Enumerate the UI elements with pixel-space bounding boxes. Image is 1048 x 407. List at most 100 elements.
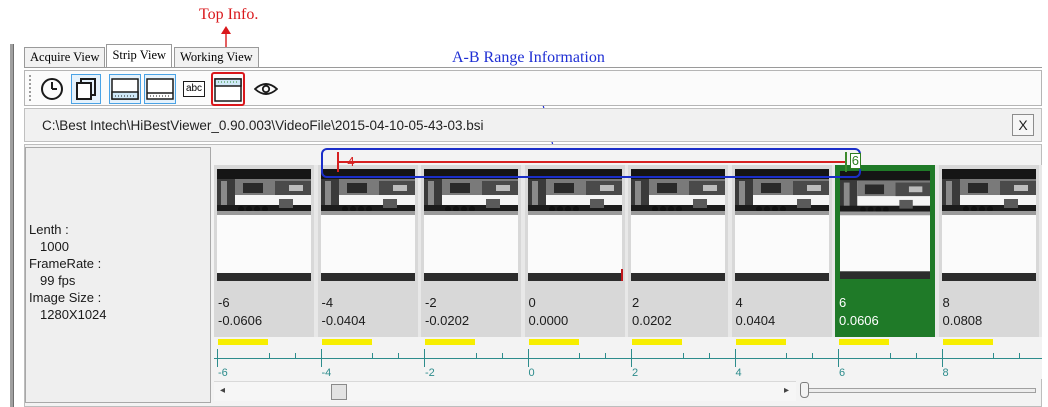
ruler-major-tick: [734, 349, 736, 367]
ruler-major-tick: [424, 349, 425, 367]
frame-index: 6: [839, 295, 847, 310]
ruler-label: 8: [942, 367, 949, 379]
frame-tile[interactable]: -2 -0.0202: [421, 165, 521, 337]
frame-marker-bar: [528, 339, 579, 345]
ruler-major-tick: [631, 349, 632, 367]
frame-tile[interactable]: 0 0.0000: [524, 165, 625, 337]
frame-time: 0.0404: [735, 313, 776, 328]
bottom-info-alt-icon: [146, 78, 174, 100]
ruler-minor-tick: [812, 353, 814, 359]
frame-thumbnail: [527, 169, 622, 281]
trigger-marker: [620, 269, 623, 281]
ruler-minor-tick: [268, 353, 270, 359]
framerate-value: 99 fps: [40, 273, 76, 288]
ruler-axis: [214, 358, 1042, 359]
frame-tile[interactable]: -4 -0.0404: [317, 165, 418, 337]
frame-thumbnail: [840, 171, 930, 279]
ruler-minor-tick: [294, 353, 296, 359]
scroll-left-arrow[interactable]: ◂: [220, 385, 225, 396]
frame-thumbnail: [734, 169, 829, 281]
frame-time: -0.0202: [425, 313, 470, 328]
ruler-label: -6: [218, 367, 228, 379]
frame-index: 8: [942, 295, 950, 310]
frame-thumbnail: [631, 169, 725, 281]
copy-frames-button[interactable]: [71, 74, 101, 104]
view-tabs: Acquire View Strip View Working View: [24, 44, 260, 68]
ab-range-line: [337, 161, 847, 163]
tab-divider: [24, 67, 1042, 68]
frame-time: -0.0606: [218, 313, 263, 328]
ruler-label: -2: [425, 367, 435, 379]
scroll-right-arrow[interactable]: ▸: [784, 385, 789, 396]
frame-marker-bar: [425, 339, 475, 345]
abc-text-icon: abc: [182, 81, 206, 97]
bottom-info-alt-button[interactable]: [144, 74, 176, 104]
ruler-minor-tick: [475, 353, 477, 359]
tab-strip-view[interactable]: Strip View: [106, 44, 173, 68]
tab-working-view[interactable]: Working View: [174, 47, 259, 68]
ruler-label: 6: [839, 367, 846, 379]
ab-range-indicator[interactable]: -4 6: [321, 148, 861, 178]
ruler-major-tick: [941, 349, 943, 367]
frame-thumbnail: [217, 169, 311, 281]
ruler-minor-tick: [605, 353, 607, 359]
frame-tile[interactable]: 6 0.0606: [835, 165, 935, 337]
close-file-button[interactable]: X: [1012, 114, 1034, 136]
frame-thumbnail: [320, 169, 415, 281]
frame-tile[interactable]: 8 0.0808: [938, 165, 1039, 337]
frame-time: 0.0202: [632, 313, 672, 328]
frame-index: -2: [425, 295, 437, 310]
frame-strip: -6 -0.0606 -4 -0.0404 -2 -0.0202 0 0.0000 2 0.020…: [214, 165, 1042, 337]
bottom-info-button[interactable]: [109, 74, 141, 104]
frame-ruler[interactable]: -6 -4 -2 0 2 4 6 8: [214, 337, 1042, 379]
frame-index: 0: [528, 295, 536, 310]
frame-thumbnail: [424, 169, 518, 281]
preview-button[interactable]: [253, 74, 279, 104]
ruler-minor-tick: [993, 353, 995, 359]
tab-acquire-view[interactable]: Acquire View: [24, 47, 106, 68]
frame-marker-bar: [839, 339, 889, 345]
ruler-minor-tick: [915, 353, 917, 359]
top-info-button[interactable]: [211, 72, 245, 106]
framerate-label: FrameRate :: [29, 256, 102, 271]
horizontal-scrollbar[interactable]: ◂ ▸: [214, 381, 796, 401]
zoom-track[interactable]: [808, 388, 1036, 393]
ruler-major-tick: [527, 349, 529, 367]
file-path: C:\Best Intech\HiBestViewer_0.90.003\Vid…: [42, 118, 484, 133]
ruler-minor-tick: [579, 353, 581, 359]
range-b-marker[interactable]: [845, 152, 847, 172]
range-a-marker[interactable]: [337, 152, 339, 172]
ruler-minor-tick: [786, 353, 788, 359]
ruler-minor-tick: [501, 353, 503, 359]
file-info-panel: Lenth : 1000 FrameRate : 99 fps Image Si…: [25, 147, 211, 403]
ruler-minor-tick: [889, 353, 891, 359]
frame-marker-bar: [735, 339, 786, 345]
zoom-knob[interactable]: [800, 382, 809, 398]
scroll-thumb[interactable]: [331, 384, 347, 400]
frame-tile[interactable]: 2 0.0202: [628, 165, 728, 337]
bottom-info-icon: [111, 78, 139, 100]
top-info-annotation: Top Info.: [199, 6, 259, 23]
ruler-major-tick: [838, 349, 839, 367]
frame-index: 4: [735, 295, 743, 310]
eye-icon: [254, 83, 278, 95]
top-info-icon: [214, 78, 242, 102]
frame-time: 0.0000: [528, 313, 569, 328]
toolbar-grip[interactable]: [29, 75, 33, 101]
frame-tile[interactable]: 4 0.0404: [731, 165, 832, 337]
ruler-label: 4: [735, 367, 742, 379]
ruler-minor-tick: [398, 353, 400, 359]
ruler-major-tick: [320, 349, 322, 367]
length-label: Lenth :: [29, 222, 69, 237]
frame-marker-bar: [942, 339, 993, 345]
clock-button[interactable]: [39, 74, 65, 104]
frame-time: 0.0606: [839, 313, 879, 328]
text-label-button[interactable]: abc: [179, 74, 209, 104]
ruler-minor-tick: [372, 353, 374, 359]
frame-time: -0.0404: [321, 313, 366, 328]
zoom-slider[interactable]: [800, 381, 1040, 401]
window-left-edge: [10, 44, 14, 407]
frame-tile[interactable]: -6 -0.0606: [214, 165, 314, 337]
length-value: 1000: [40, 239, 69, 254]
frame-index: -4: [321, 295, 334, 310]
